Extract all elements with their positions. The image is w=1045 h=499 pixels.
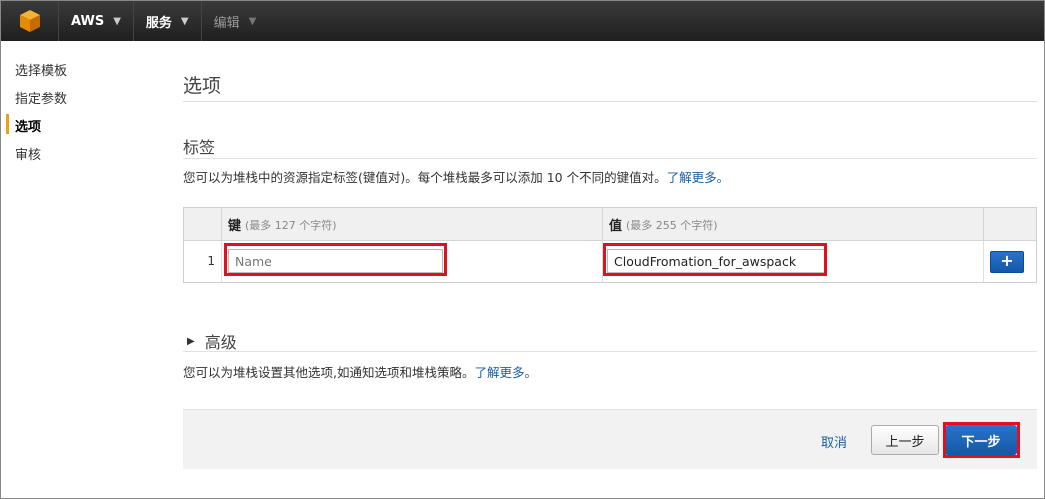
row-index: 1 xyxy=(207,254,215,268)
step-options[interactable]: 选项 xyxy=(15,116,41,135)
advanced-learn-more-link[interactable]: 了解更多。 xyxy=(474,365,537,380)
tags-description: 您可以为堆栈中的资源指定标签(键值对)。每个堆栈最多可以添加 10 个不同的键值… xyxy=(183,167,729,186)
cancel-button[interactable]: 取消 xyxy=(821,432,847,451)
key-header-label: 键 xyxy=(228,219,242,234)
tags-section-title: 标签 xyxy=(183,138,216,157)
chevron-down-icon: ▼ xyxy=(248,15,257,27)
key-column-header: 键 (最多 127 个字符) xyxy=(222,208,603,241)
edit-menu-label: 编辑 xyxy=(213,15,240,31)
advanced-section-title: 高级 xyxy=(204,333,237,352)
services-menu-label: 服务 xyxy=(145,15,172,31)
aws-cube-icon[interactable] xyxy=(1,1,59,41)
divider xyxy=(183,158,1037,159)
value-cell xyxy=(603,241,984,282)
aws-menu[interactable]: AWS ▼ xyxy=(59,1,134,41)
step-specify-parameters[interactable]: 指定参数 xyxy=(15,88,67,107)
top-nav-bar: AWS ▼ 服务 ▼ 编辑 ▼ xyxy=(1,1,1044,41)
step-review[interactable]: 审核 xyxy=(15,144,41,163)
index-header xyxy=(184,208,222,241)
key-cell xyxy=(222,241,603,282)
chevron-down-icon: ▼ xyxy=(113,15,121,27)
previous-button[interactable]: 上一步 xyxy=(871,425,939,455)
main-content: 选项 标签 您可以为堆栈中的资源指定标签(键值对)。每个堆栈最多可以添加 10 … xyxy=(183,41,1037,499)
advanced-description: 您可以为堆栈设置其他选项,如通知选项和堆栈策略。了解更多。 xyxy=(183,362,537,381)
services-menu[interactable]: 服务 ▼ xyxy=(134,1,202,41)
next-button[interactable]: 下一步 xyxy=(945,425,1017,455)
key-header-hint: (最多 127 个字符) xyxy=(245,218,337,232)
edit-menu[interactable]: 编辑 ▼ xyxy=(202,1,269,41)
expand-triangle-icon: ▶ xyxy=(187,335,195,347)
advanced-section-toggle[interactable]: ▶ 高级 xyxy=(187,329,237,353)
action-column-header xyxy=(984,208,1036,241)
value-column-header: 值 (最多 255 个字符) xyxy=(603,208,984,241)
tags-table-header: 键 (最多 127 个字符) 值 (最多 255 个字符) xyxy=(184,208,1036,241)
table-row: 1 + xyxy=(184,241,1036,282)
value-header-hint: (最多 255 个字符) xyxy=(626,218,718,232)
step-select-template[interactable]: 选择模板 xyxy=(15,60,67,79)
value-header-label: 值 xyxy=(609,219,623,234)
divider xyxy=(183,351,1037,352)
aws-menu-label: AWS xyxy=(71,13,105,29)
tags-learn-more-link[interactable]: 了解更多。 xyxy=(667,170,730,185)
active-step-indicator xyxy=(6,114,9,134)
action-cell: + xyxy=(984,241,1036,282)
row-index-cell: 1 xyxy=(184,241,222,282)
page-title: 选项 xyxy=(183,75,222,97)
chevron-down-icon: ▼ xyxy=(180,15,189,27)
wizard-footer: 取消 上一步 下一步 xyxy=(183,409,1037,469)
tag-key-input[interactable] xyxy=(228,249,443,273)
tag-value-input[interactable] xyxy=(607,249,825,273)
tags-table: 键 (最多 127 个字符) 值 (最多 255 个字符) 1 + xyxy=(183,207,1037,283)
add-tag-button[interactable]: + xyxy=(990,251,1024,273)
tags-description-text: 您可以为堆栈中的资源指定标签(键值对)。每个堆栈最多可以添加 10 个不同的键值… xyxy=(183,170,667,185)
divider xyxy=(183,101,1037,102)
wizard-steps-sidebar: 选择模板 指定参数 选项 审核 xyxy=(1,41,161,499)
advanced-description-text: 您可以为堆栈设置其他选项,如通知选项和堆栈策略。 xyxy=(183,365,475,380)
